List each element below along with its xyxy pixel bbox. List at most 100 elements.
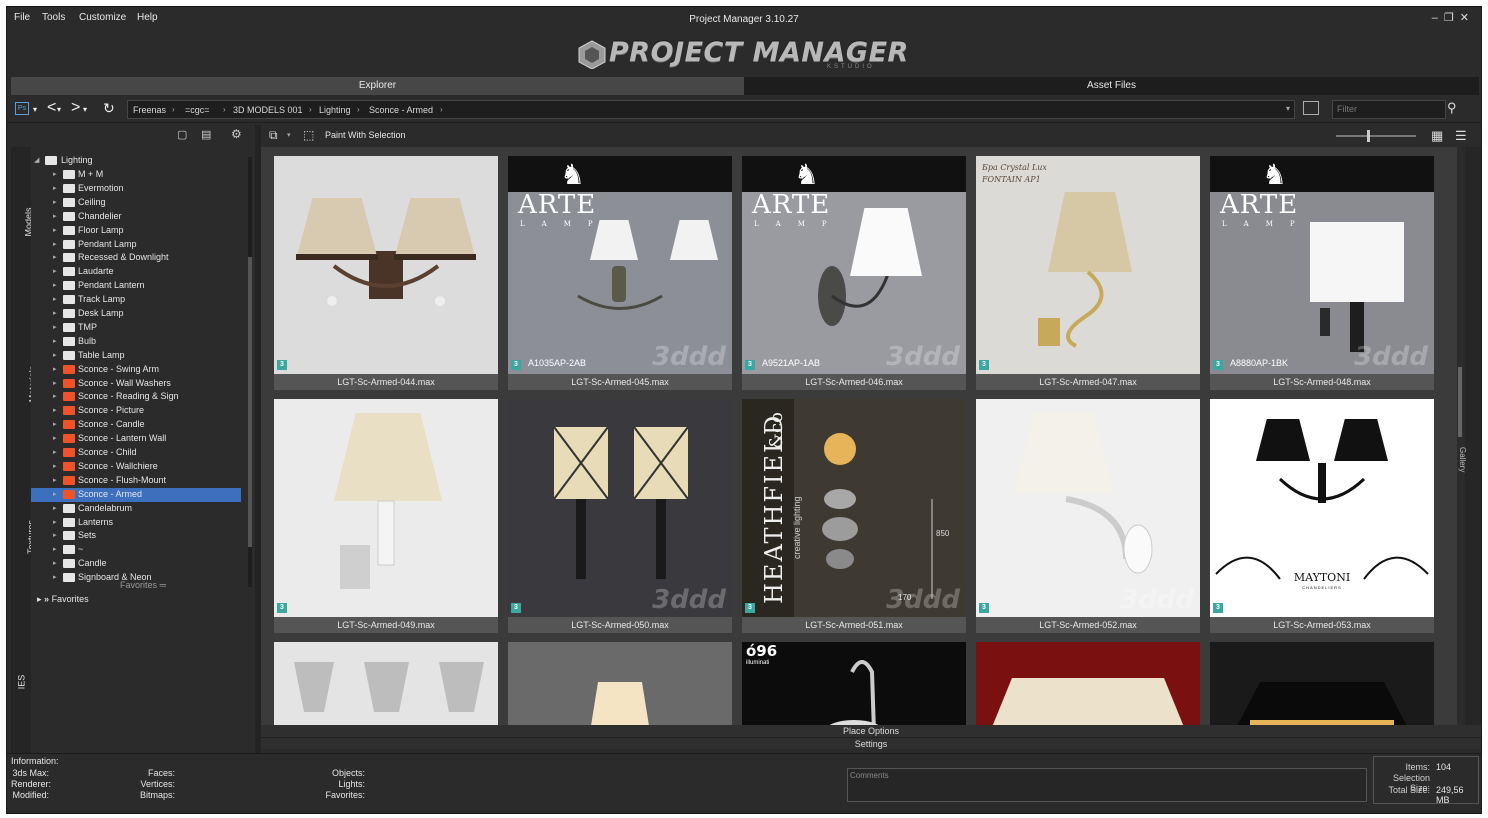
asset-thumbnail-card[interactable] xyxy=(976,642,1200,725)
expand-icon[interactable]: ▸ xyxy=(53,267,57,275)
expand-icon[interactable]: ▸ xyxy=(53,281,57,289)
tree-item[interactable]: ▸ Sconce - Child xyxy=(31,446,241,460)
back-arrow-icon[interactable]: < xyxy=(47,99,56,117)
tree-item[interactable]: ▸ Laudarte xyxy=(31,265,241,279)
expand-icon[interactable]: ▸ xyxy=(53,226,57,234)
dropdown-icon[interactable]: ▾ xyxy=(83,105,87,114)
search-icon[interactable]: ⚲ xyxy=(1447,100,1457,116)
expand-icon[interactable]: ▸ xyxy=(53,476,57,484)
tree-item[interactable]: ▸ Sconce - Lantern Wall xyxy=(31,432,241,446)
expand-icon[interactable]: ▸ xyxy=(53,545,57,553)
asset-thumbnail-card[interactable]: ♞ ARTE LAMP 3ddd 3 A9521AP-1AB LGT-Sc-Arm… xyxy=(742,156,966,390)
scroll-thumb[interactable] xyxy=(248,257,252,547)
tree-root-lighting[interactable]: ◢ Lighting xyxy=(31,154,241,168)
dropdown-icon[interactable]: ▾ xyxy=(33,105,37,114)
breadcrumb[interactable]: Freenas › =cgc= › 3D MODELS 001 › Lighti… xyxy=(127,100,1295,119)
asset-thumbnail-card[interactable]: Бра Crystal Lux FONTAIN AP1 3 LGT-Sc-Arme… xyxy=(976,156,1200,390)
expand-icon[interactable]: ▸ xyxy=(53,198,57,206)
minimize-icon[interactable]: – xyxy=(1432,12,1444,24)
tab-explorer[interactable]: Explorer xyxy=(11,77,744,95)
tree-item[interactable]: ▸ Sconce - Candle xyxy=(31,418,241,432)
breadcrumb-item[interactable]: =cgc= xyxy=(185,105,210,115)
expand-icon[interactable]: ▸ xyxy=(53,337,57,345)
tree-item[interactable]: ▸ Candelabrum xyxy=(31,502,241,516)
gear-icon[interactable]: ⚙ xyxy=(231,127,242,141)
tree-item[interactable]: ▸ Sconce - Wall Washers xyxy=(31,377,241,391)
asset-thumbnail-card[interactable]: MAYTONI CHANDELIERS 3 LGT-Sc-Armed-053.m… xyxy=(1210,399,1434,633)
thumbnail-image[interactable]: HEATHFIELD &co creative lighting 850 170… xyxy=(742,399,966,617)
dropdown-icon[interactable]: ▾ xyxy=(57,105,61,114)
tree-item[interactable]: ▸ Table Lamp xyxy=(31,349,241,363)
paint-selection-icon[interactable]: ⬚ xyxy=(303,128,314,142)
asset-thumbnail-card[interactable]: ♞ ARTE LAMP 3ddd 3 A1035AP-2AB LGT-Sc-Arm… xyxy=(508,156,732,390)
expand-icon[interactable]: ▸ xyxy=(53,253,57,261)
tree-item[interactable]: ▸ Candle xyxy=(31,557,241,571)
forward-arrow-icon[interactable]: > xyxy=(71,99,80,117)
tree-item[interactable]: ▸ Sconce - Swing Arm xyxy=(31,363,241,377)
close-icon[interactable]: ✕ xyxy=(1460,12,1475,24)
expand-icon[interactable]: ▸ xyxy=(53,462,57,470)
breadcrumb-item[interactable]: Freenas xyxy=(133,105,166,115)
expand-icon[interactable]: ▸ xyxy=(53,379,57,387)
expand-icon[interactable]: ▸ xyxy=(53,392,57,400)
thumbnail-image[interactable]: 3ddd 3 xyxy=(976,399,1200,617)
asset-thumbnail-card[interactable]: ó96 illuminati xyxy=(742,642,966,725)
thumbnail-image[interactable]: ♞ ARTE LAMP 3ddd 3 A9521AP-1AB xyxy=(742,156,966,374)
asset-thumbnail-card[interactable] xyxy=(274,642,498,725)
expand-icon[interactable]: ▸ xyxy=(53,170,57,178)
expand-icon[interactable]: ▸ xyxy=(53,365,57,373)
expand-icon[interactable]: ◢ xyxy=(34,156,39,164)
expand-icon[interactable]: ▸ xyxy=(53,351,57,359)
tree-item[interactable]: ▸ Desk Lamp xyxy=(31,307,241,321)
asset-thumbnail-card[interactable]: HEATHFIELD &co creative lighting 850 170… xyxy=(742,399,966,633)
tree-item[interactable]: ▸ Evermotion xyxy=(31,182,241,196)
tree-item[interactable]: ▸ Sets xyxy=(31,529,241,543)
asset-thumbnail-card[interactable] xyxy=(1210,642,1434,725)
tree-item[interactable]: ▸ Floor Lamp xyxy=(31,224,241,238)
thumbnail-image[interactable]: ó96 illuminati xyxy=(742,642,966,725)
thumbnail-view-icon[interactable] xyxy=(1303,101,1319,115)
collapse-icon[interactable]: ▢ xyxy=(177,128,187,141)
expand-icon[interactable]: ▸ xyxy=(53,504,57,512)
breadcrumb-item[interactable]: Sconce - Armed xyxy=(369,105,433,115)
chevron-down-icon[interactable]: ▾ xyxy=(1286,104,1290,113)
tree-item[interactable]: ▸ Chandelier xyxy=(31,210,241,224)
expand-icon[interactable]: ▸ xyxy=(53,420,57,428)
expand-icon[interactable]: ▸ xyxy=(53,559,57,567)
gallery-tab[interactable]: Gallery xyxy=(1458,147,1481,725)
settings-bar[interactable]: Settings xyxy=(261,737,1481,749)
tree-item[interactable]: ▸ Pendant Lantern xyxy=(31,279,241,293)
tree-item[interactable]: ▸ Pendant Lamp xyxy=(31,238,241,252)
thumbnail-image[interactable]: MAYTONI CHANDELIERS 3 xyxy=(1210,399,1434,617)
photoshop-icon[interactable]: Ps xyxy=(15,102,29,115)
expand-icon[interactable]: ▸ xyxy=(53,323,57,331)
expand-icon[interactable]: ▸ xyxy=(53,518,57,526)
tree-item[interactable]: ▸ Sconce - Reading & Sign xyxy=(31,390,241,404)
expand-icon[interactable]: ▸ xyxy=(53,406,57,414)
favorites-header[interactable]: Favorites ═ xyxy=(31,580,255,594)
stack-icon[interactable]: ⧉ xyxy=(269,128,278,143)
place-options-bar[interactable]: Place Options xyxy=(261,725,1481,737)
expand-icon[interactable]: ▸ xyxy=(53,448,57,456)
expand-icon[interactable]: ▸ xyxy=(53,295,57,303)
asset-thumbnail-card[interactable]: 3ddd 3 LGT-Sc-Armed-052.max xyxy=(976,399,1200,633)
asset-thumbnail-card[interactable] xyxy=(508,642,732,725)
sort-icon[interactable]: ☰ xyxy=(1455,128,1467,144)
tree-item[interactable]: ▸ Sconce - Armed xyxy=(31,487,241,502)
expand-icon[interactable]: ▸ xyxy=(53,184,57,192)
comments-field[interactable]: Comments xyxy=(847,768,1367,802)
asset-thumbnail-card[interactable]: ♞ ARTE LAMP 3ddd 3 A8880AP-1BK LGT-Sc-Arm… xyxy=(1210,156,1434,390)
breadcrumb-item[interactable]: Lighting xyxy=(319,105,351,115)
asset-thumbnail-card[interactable]: 3 LGT-Sc-Armed-044.max xyxy=(274,156,498,390)
thumbnail-image[interactable] xyxy=(508,642,732,725)
tree-item[interactable]: ▸ Sconce - Flush-Mount xyxy=(31,474,241,488)
maximize-icon[interactable]: ❐ xyxy=(1444,12,1460,24)
tree-item[interactable]: ▸ Bulb xyxy=(31,335,241,349)
dropdown-icon[interactable]: ▾ xyxy=(287,131,291,139)
tree-item[interactable]: ▸ M + M xyxy=(31,168,241,182)
paint-with-selection-button[interactable]: Paint With Selection xyxy=(325,130,406,140)
slider-knob[interactable] xyxy=(1367,130,1370,142)
filter-input[interactable]: Filter xyxy=(1332,100,1446,119)
tree-item[interactable]: ▸ Track Lamp xyxy=(31,293,241,307)
thumbnail-image[interactable]: Бра Crystal Lux FONTAIN AP1 3 xyxy=(976,156,1200,374)
